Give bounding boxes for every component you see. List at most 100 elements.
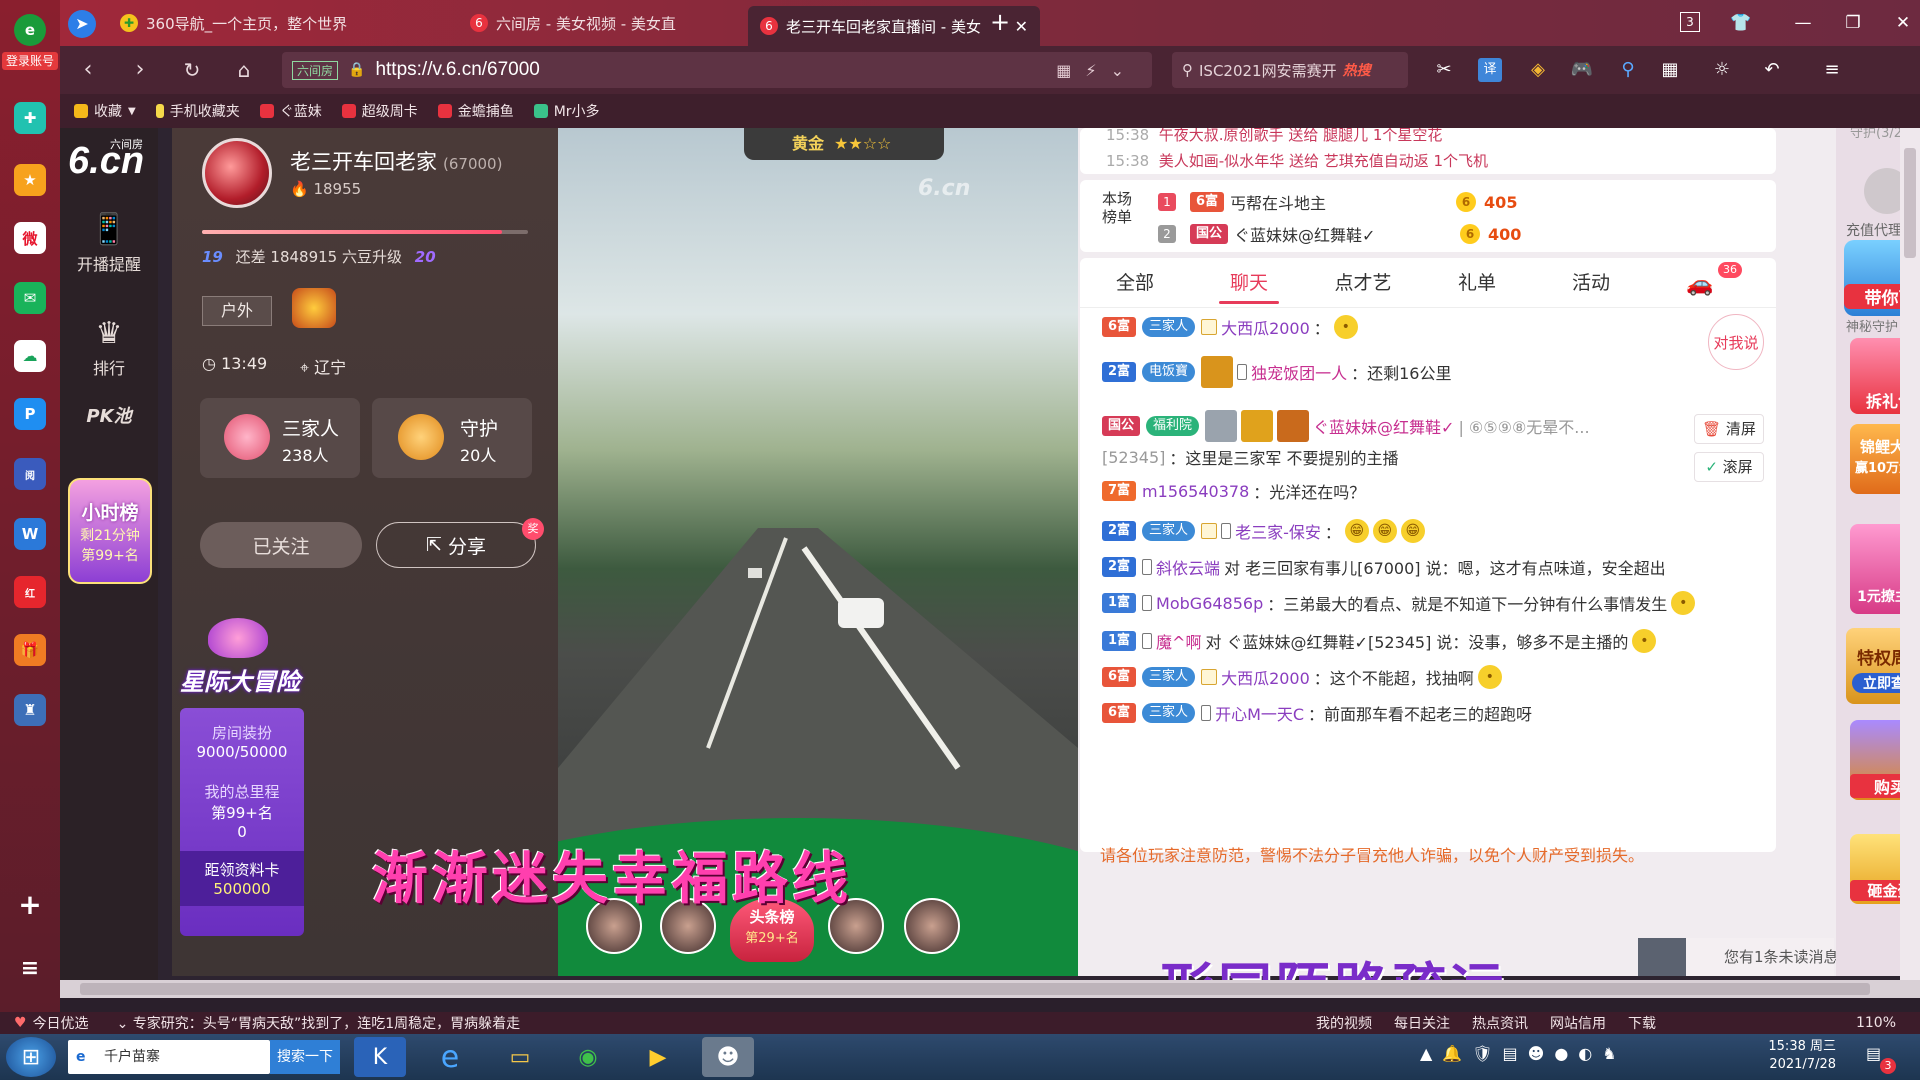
bookmark-favorites[interactable]: 收藏 ▼ [74,101,136,121]
tab-gift-list[interactable]: 礼单 [1422,258,1532,308]
bookmark-mrxiaoduo[interactable]: Mr小多 [533,101,600,121]
game-icon[interactable]: ♜ [14,694,46,726]
category-tag[interactable]: 户外 [202,296,272,326]
star-icon[interactable]: ★ [14,164,46,196]
close-tab-icon[interactable]: ✕ [1015,17,1028,36]
folder-icon[interactable]: ▭ [494,1037,546,1077]
add-icon[interactable]: + [14,888,46,921]
tab-6cn[interactable]: 6 六间房 - 美女视频 - 美女直 [458,6,744,40]
tab-activity[interactable]: 活动 [1536,258,1646,308]
url-tools-icon[interactable]: ▦⚡⌄ [1056,61,1138,80]
login-badge[interactable]: 登录账号 [2,52,58,70]
grid-icon[interactable]: ▦ [1658,58,1682,82]
chat-message[interactable]: 1富 MobG64856p ：三弟最大的看点、就是不知道下一分钟有什么事情发生 • [1102,588,1706,618]
nav-live-reminder[interactable]: 📱 开播提醒 [60,212,158,275]
status-today[interactable]: 今日优选 [33,1013,89,1033]
chat-message[interactable]: 6富 三家人 开心M一天C ：前面那车看不起老三的超跑呀 [1102,698,1706,728]
mail-icon[interactable]: ✉ [14,282,46,314]
trophy-icon[interactable] [292,288,336,328]
reload-icon[interactable]: ↻ [178,56,206,84]
car-icon[interactable]: 🚗 [1686,272,1713,297]
forward-icon[interactable]: › [126,56,154,84]
gamepad-icon[interactable]: 🎮 [1570,58,1594,82]
scissors-icon[interactable]: ✂ [1432,58,1456,82]
magnifier-icon[interactable]: ⚲ [1616,58,1640,82]
status-news[interactable]: ⌄ 专家研究：头号“胃病天敌”找到了，连吃1周稳定，胃病躲着走 [117,1013,521,1033]
chat-message[interactable]: 2富 斜依云端对 老三回家有事儿[67000] 说：嗯，这才有点味道，安全超出 [1102,552,1706,582]
share-button[interactable]: ⇱ 分享 [376,522,536,568]
weibo-icon[interactable]: 微 [14,222,46,254]
k-app-icon[interactable]: K [354,1037,406,1077]
new-tab-button[interactable]: + [990,8,1010,36]
chat-message[interactable]: 国公 福利院 ぐ蓝妹妹@红舞鞋✓ | ⑥⑤⑨⑧无晕不... [1102,406,1706,446]
bookmark-mobile[interactable]: 手机收藏夹 [155,101,240,121]
nav-ranking[interactable]: ♛ 排行 [60,316,158,379]
rank-board-title[interactable]: 本场榜单 [1102,190,1136,226]
scroll-screen-button[interactable]: ✓ 滚屏 [1694,452,1764,482]
family-card[interactable]: 三家人 238人 [200,398,360,478]
shirt-icon[interactable]: 👕 [1728,10,1754,36]
rank-row[interactable]: 1 6富 丐帮在斗地主 6 405 [1158,190,1517,214]
vertical-scrollbar[interactable] [1900,128,1920,980]
back-icon[interactable]: ‹ [74,56,102,84]
gold-badge[interactable]: 黄金 ★★☆☆ [744,128,944,160]
close-window-icon[interactable]: ✕ [1890,10,1916,36]
brightness-icon[interactable]: ☼ [1710,58,1734,82]
tray-icons[interactable]: ▲🔔🛡▤☻●◐♞ [1420,1044,1627,1063]
plus-leaf-icon[interactable]: ✚ [14,102,46,134]
url-field[interactable]: 六间房 🔒 https://v.6.cn/67000 ▦⚡⌄ [282,52,1152,88]
rank-row[interactable]: 2 国公 ぐ蓝妹妹@红舞鞋✓ 6 400 [1158,222,1521,246]
bookmark-weekcard[interactable]: 超级周卡 [341,101,418,121]
bookmark-fishing[interactable]: 金蟾捕鱼 [437,101,514,121]
hour-rank-widget[interactable]: 小时榜 剩21分钟 第99+名 [68,478,152,584]
status-my-video[interactable]: 我的视频 [1316,1013,1372,1033]
tab-chat[interactable]: 聊天 [1194,258,1304,308]
chat-message[interactable]: 6富 三家人 大西瓜2000： • [1102,312,1706,342]
minimize-icon[interactable]: — [1790,10,1816,36]
chat-message[interactable]: 6富 三家人 大西瓜2000 ：这个不能超，找抽啊 • [1102,662,1706,692]
chat-message[interactable]: 2富 电饭寶 独宠饭团一人 ：还剩16公里 [1102,352,1706,392]
undo-icon[interactable]: ↶ [1760,58,1784,82]
browser-360-icon[interactable]: ◉ [562,1037,614,1077]
chick-app-icon[interactable]: ☻ [702,1037,754,1077]
followed-button[interactable]: 已关注 [200,522,362,568]
menu-icon[interactable]: ≡ [1820,58,1844,82]
video-player-icon[interactable]: ▶ [632,1037,684,1077]
doc-icon[interactable]: W [14,518,46,550]
status-credit[interactable]: 网站信用 [1550,1013,1606,1033]
guard-card[interactable]: 守护 20人 [372,398,532,478]
navigator-icon[interactable]: ➤ [68,10,96,38]
nav-pk-pool[interactable]: PK池 [60,402,158,428]
scroll-thumb[interactable] [80,983,1870,995]
unread-bar[interactable]: 您有1条未读消息 [1638,938,1839,976]
ie-logo-icon[interactable]: e [14,14,46,46]
tab-count-badge[interactable]: 3 [1680,12,1700,32]
clear-screen-button[interactable]: 🗑 清屏 [1694,414,1764,444]
coupon-icon[interactable]: ◈ [1526,58,1550,82]
status-daily[interactable]: 每日关注 [1394,1013,1450,1033]
chat-message[interactable]: 7富 m156540378 ：光洋还在吗？ [1102,476,1706,506]
tab-360[interactable]: ✚ 360导航_一个主页，整个世界 [108,6,448,40]
tab-talent[interactable]: 点才艺 [1308,258,1418,308]
taskbar-search-button[interactable]: 搜索一下 [270,1040,340,1074]
scroll-thumb[interactable] [1904,148,1916,258]
horizontal-scrollbar[interactable] [60,980,1920,998]
status-hot[interactable]: 热点资讯 [1472,1013,1528,1033]
cloud-icon[interactable]: ☁ [14,340,46,372]
tab-all[interactable]: 全部 [1080,258,1190,308]
star-adventure-header[interactable]: 星际大冒险 [180,618,304,708]
status-zoom[interactable]: 110% [1856,1015,1896,1031]
search-input[interactable]: ⚲ ISC2021网安需赛开 热搜 [1172,52,1408,88]
p-app-icon[interactable]: P [14,398,46,430]
status-download[interactable]: 下载 [1628,1013,1656,1033]
anchor-avatar[interactable] [202,138,272,208]
clock[interactable]: 15:38 周三 2021/7/28 [1754,1038,1836,1074]
start-button[interactable]: ⊞ [6,1037,56,1077]
chat-message[interactable]: 2富 三家人 老三家-保安： 😁 😁 😁 [1102,514,1706,548]
chat-message[interactable]: [52345] ：这里是三家军 不要提别的主播 [1102,442,1706,472]
gift-icon[interactable]: 🎁 [14,634,46,666]
book-icon[interactable]: 阅 [14,458,46,490]
chat-message[interactable]: 1富 魔^啊对 ぐ蓝妹妹@红舞鞋✓[52345] 说：没事，够多不是主播的 • [1102,626,1706,656]
home-icon[interactable]: ⌂ [230,56,258,84]
translate-icon[interactable]: 译 [1478,58,1502,82]
